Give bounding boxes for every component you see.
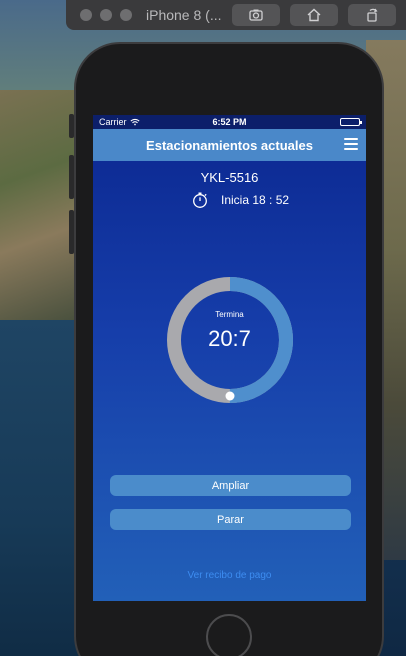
battery-icon (340, 118, 362, 126)
rotate-button[interactable] (348, 4, 396, 26)
status-bar: Carrier 6:52 PM (93, 115, 366, 129)
timer-caption: Termina (215, 310, 244, 319)
carrier-label: Carrier (99, 117, 127, 127)
volume-down-button (69, 210, 74, 254)
receipt-link[interactable]: Ver recibo de pago (93, 570, 366, 581)
mute-switch (69, 114, 74, 138)
wifi-icon (129, 118, 140, 126)
stopwatch-icon (193, 192, 207, 208)
extend-button[interactable]: Ampliar (110, 475, 351, 496)
menu-icon[interactable] (344, 138, 358, 150)
simulator-titlebar: iPhone 8 (... (66, 0, 406, 30)
start-time-row: Inicia 18 : 52 (191, 191, 289, 209)
home-icon (307, 8, 321, 22)
navigation-bar: Estacionamientos actuales (93, 129, 366, 161)
home-button[interactable] (290, 4, 338, 26)
ring-handle[interactable] (225, 391, 235, 401)
license-plate: YKL-5516 (200, 170, 259, 185)
timer-value: 20:7 (208, 326, 251, 351)
zoom-window-button[interactable] (120, 9, 132, 21)
minimize-window-button[interactable] (100, 9, 112, 21)
page-title: Estacionamientos actuales (146, 137, 313, 153)
carrier-group: Carrier (99, 117, 140, 127)
simulator-title: iPhone 8 (... (146, 7, 222, 23)
volume-up-button (69, 155, 74, 199)
app-screen: Carrier 6:52 PM Estacionamientos actuale… (93, 115, 366, 601)
status-time: 6:52 PM (212, 117, 247, 127)
camera-icon (249, 9, 263, 21)
stop-button[interactable]: Parar (110, 509, 351, 530)
screenshot-button[interactable] (232, 4, 280, 26)
start-time-label: Inicia 18 : 52 (221, 193, 290, 207)
close-window-button[interactable] (80, 9, 92, 21)
device-home-button[interactable] (206, 614, 252, 656)
rotate-icon (367, 8, 378, 22)
